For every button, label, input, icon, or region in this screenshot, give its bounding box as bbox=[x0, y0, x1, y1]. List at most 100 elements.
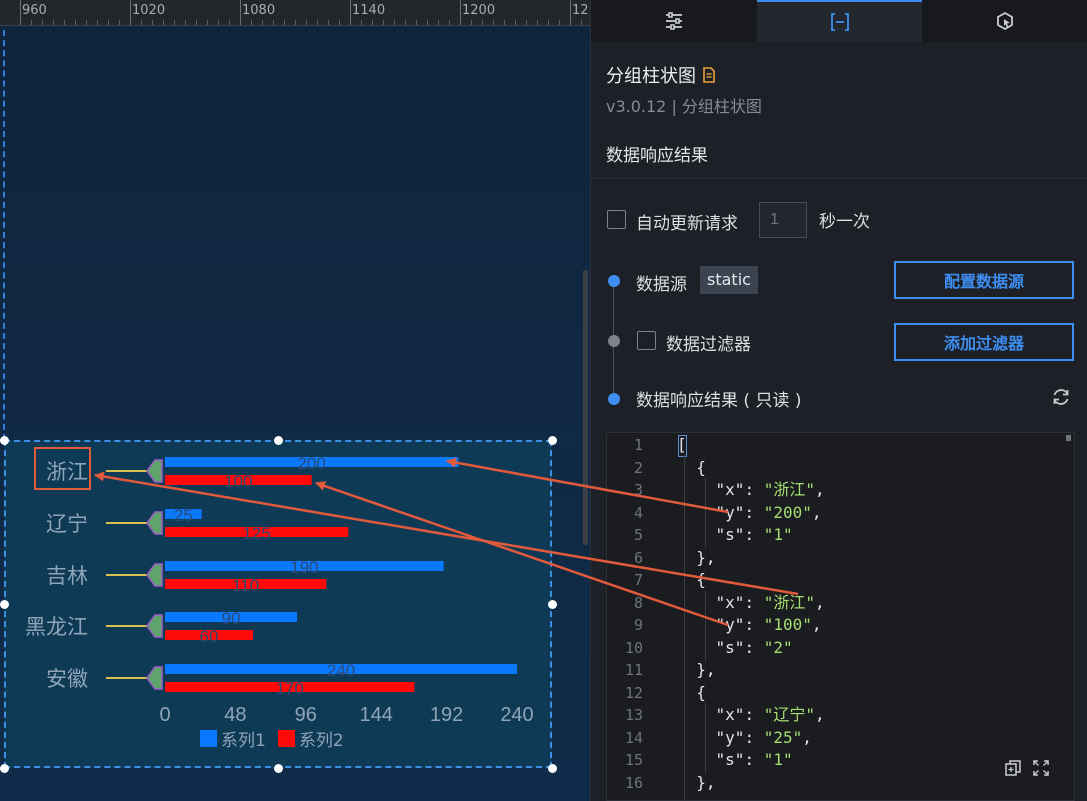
x-tick-label: 96 bbox=[295, 704, 317, 726]
category-label: 安徽 bbox=[46, 668, 88, 691]
json-key: "y" bbox=[715, 502, 745, 522]
data-label: 200 bbox=[297, 454, 325, 473]
line-number: 11 bbox=[624, 661, 643, 679]
json-string-value: "浙江" bbox=[763, 592, 815, 612]
category-label: 吉林 bbox=[46, 565, 88, 588]
add-filter-button[interactable]: 添加过滤器 bbox=[894, 323, 1074, 361]
auto-update-checkbox[interactable] bbox=[607, 210, 626, 229]
code-line: "y": "25", bbox=[677, 727, 812, 750]
step-dot-result bbox=[608, 393, 620, 405]
json-key: "y" bbox=[715, 615, 745, 634]
json-code-editor[interactable]: 1 2 3 4 5 6 7 8 9 10 11 12 13 14 15 16 [ { "x": "浙江", "… bbox=[606, 432, 1075, 801]
json-string-value: "2" bbox=[763, 637, 793, 657]
json-colon: : bbox=[744, 727, 764, 747]
data-label: 110 bbox=[232, 576, 259, 595]
step-dot-datasource bbox=[608, 275, 620, 287]
json-punctuation: , bbox=[814, 592, 825, 612]
legend-item[interactable]: 系列2 bbox=[277, 726, 344, 751]
json-key: "x" bbox=[715, 592, 745, 612]
data-label: 25 bbox=[174, 506, 193, 525]
auto-update-label: 自动更新请求 bbox=[636, 214, 738, 234]
legend-item[interactable]: 系列1 bbox=[200, 726, 266, 751]
line-gutter: 1 2 3 4 5 6 7 8 9 10 11 12 13 14 15 16 bbox=[607, 433, 659, 800]
json-string-value: "25" bbox=[763, 727, 803, 747]
line-number: 5 bbox=[633, 526, 643, 544]
line-number: 12 bbox=[624, 683, 643, 702]
json-punctuation: { bbox=[696, 682, 706, 702]
component-title-row: 分组柱状图 bbox=[606, 62, 716, 88]
line-number: 2 bbox=[633, 458, 643, 477]
json-string-value: "浙江" bbox=[763, 480, 815, 499]
json-key: "s" bbox=[715, 637, 745, 657]
line-number: 6 bbox=[633, 548, 643, 567]
code-line: { bbox=[677, 682, 706, 705]
json-string-value: "辽宁" bbox=[763, 705, 815, 724]
legend-swatch bbox=[200, 729, 217, 747]
code-line: "s": "2" bbox=[677, 637, 793, 660]
configure-datasource-button[interactable]: 配置数据源 bbox=[894, 261, 1074, 299]
editor-scrollbar[interactable] bbox=[1066, 435, 1071, 441]
copy-icon[interactable] bbox=[1004, 759, 1022, 777]
fullscreen-icon[interactable] bbox=[1032, 759, 1050, 777]
legend-label: 系列2 bbox=[298, 730, 344, 751]
json-punctuation: , bbox=[814, 480, 825, 499]
section-title: 数据响应结果 bbox=[606, 146, 708, 166]
divider bbox=[591, 178, 1087, 179]
x-tick-label: 144 bbox=[360, 704, 393, 726]
code-line: }, bbox=[677, 772, 715, 795]
json-key: "x" bbox=[715, 705, 745, 724]
filter-checkbox[interactable] bbox=[637, 331, 656, 350]
json-colon: : bbox=[744, 480, 764, 499]
component-version: v3.0.12 | 分组柱状图 bbox=[606, 97, 762, 116]
line-number: 13 bbox=[624, 706, 643, 724]
data-label: 240 bbox=[327, 661, 355, 680]
json-punctuation: }, bbox=[696, 660, 716, 679]
json-key: "x" bbox=[715, 480, 745, 499]
tab-data[interactable] bbox=[756, 0, 923, 42]
line-number: 8 bbox=[633, 593, 643, 612]
editor-canvas[interactable]: 960 1020 1080 1140 1200 12 浙江 200 100 辽宁 25 125 吉林 1… bbox=[0, 0, 590, 801]
json-colon: : bbox=[744, 525, 764, 544]
indent-guide bbox=[684, 455, 685, 800]
legend-swatch bbox=[277, 729, 295, 747]
refresh-icon[interactable] bbox=[1050, 386, 1072, 408]
text-caret bbox=[678, 435, 687, 457]
chart-legend: 系列1 系列2 bbox=[200, 726, 344, 751]
x-tick-label: 48 bbox=[224, 704, 246, 726]
grouped-bar-chart: 浙江 200100辽宁 25125吉林 190110黑龙江 9060安徽 2401700 4… bbox=[25, 454, 534, 726]
json-colon: : bbox=[744, 637, 764, 657]
json-punctuation: { bbox=[696, 457, 706, 477]
code-line: }, bbox=[677, 659, 716, 682]
interval-suffix: 秒一次 bbox=[819, 212, 870, 232]
filter-label: 数据过滤器 bbox=[666, 335, 751, 355]
data-label: 170 bbox=[275, 679, 303, 698]
datasource-type-tag: static bbox=[700, 266, 758, 294]
tab-config[interactable] bbox=[591, 0, 757, 42]
line-number: 16 bbox=[624, 773, 643, 792]
code-line: "s": "1" bbox=[677, 749, 793, 772]
interval-input[interactable]: 1 bbox=[759, 202, 807, 238]
document-icon[interactable] bbox=[702, 67, 716, 83]
interaction-icon bbox=[997, 11, 1014, 31]
category-label: 辽宁 bbox=[46, 513, 88, 536]
data-label: 190 bbox=[290, 558, 318, 577]
x-tick-label: 192 bbox=[430, 704, 463, 726]
line-number: 7 bbox=[633, 571, 643, 589]
indent-guide bbox=[705, 478, 706, 548]
category-label: 黑龙江 bbox=[25, 616, 88, 639]
json-punctuation: , bbox=[811, 502, 822, 522]
line-number: 10 bbox=[624, 638, 643, 657]
code-line: "x": "浙江", bbox=[677, 592, 825, 615]
data-label: 125 bbox=[242, 524, 270, 543]
config-panel: 分组柱状图 v3.0.12 | 分组柱状图 数据响应结果 自动更新请求 1 秒一… bbox=[590, 0, 1087, 801]
category-marker bbox=[146, 666, 163, 690]
line-number: 14 bbox=[624, 728, 643, 747]
tab-interaction[interactable] bbox=[922, 0, 1087, 42]
code-line: "x": "浙江", bbox=[677, 479, 825, 502]
